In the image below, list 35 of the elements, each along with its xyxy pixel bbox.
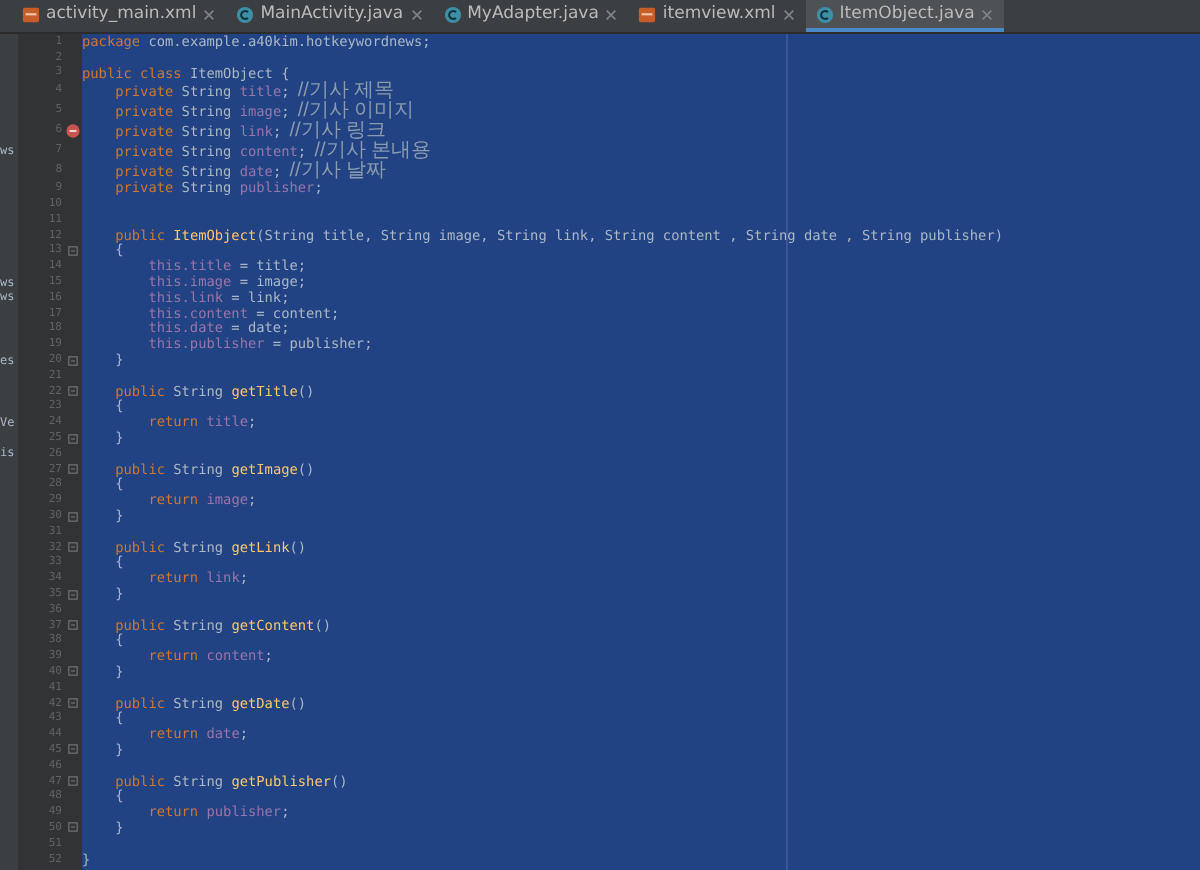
code-comment: //기사 링크 — [289, 120, 387, 143]
fold-icon[interactable] — [67, 698, 77, 709]
class-file-icon — [815, 5, 834, 23]
fold-icon[interactable] — [67, 355, 77, 366]
editor-tab[interactable]: MyAdapter.java — [433, 0, 629, 32]
xml-file-icon — [22, 5, 40, 23]
code-comment: //기사 이미지 — [297, 100, 415, 123]
fold-icon[interactable] — [67, 620, 77, 631]
class-file-icon — [236, 5, 255, 23]
code-comment: //기사 본내용 — [314, 140, 432, 163]
fold-icon[interactable] — [67, 666, 77, 677]
fold-icon[interactable] — [67, 589, 77, 599]
xml-file-icon — [638, 5, 657, 23]
close-icon[interactable] — [980, 7, 995, 21]
close-icon[interactable] — [604, 7, 619, 21]
fold-icon[interactable] — [67, 464, 77, 475]
editor-tab[interactable]: activity_main.xml — [12, 0, 227, 32]
close-icon[interactable] — [202, 7, 217, 21]
editor-tab[interactable]: itemview.xml — [628, 0, 806, 32]
fold-icon[interactable] — [67, 822, 77, 833]
close-icon[interactable] — [781, 7, 796, 21]
fold-icon[interactable] — [67, 511, 77, 522]
editor-tab[interactable]: MainActivity.java — [226, 0, 434, 32]
fold-icon[interactable] — [67, 433, 77, 444]
breakpoint-icon[interactable] — [65, 123, 79, 138]
editor-tab[interactable]: ItemObject.java — [805, 0, 1005, 32]
close-icon[interactable] — [409, 7, 424, 21]
fold-icon[interactable] — [67, 245, 77, 256]
fold-icon[interactable] — [67, 776, 77, 787]
code-comment: //기사 날짜 — [289, 160, 387, 183]
code-comment: //기사 제목 — [297, 80, 395, 103]
class-file-icon — [443, 5, 462, 23]
fold-icon[interactable] — [67, 542, 77, 553]
fold-icon[interactable] — [67, 744, 77, 755]
fold-icon[interactable] — [67, 386, 77, 397]
